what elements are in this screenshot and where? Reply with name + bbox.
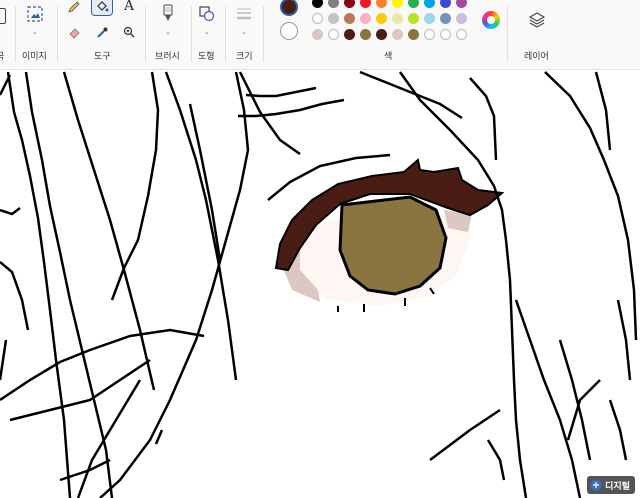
image-group-label: 이미지 [22,52,47,62]
canvas-artwork [0,70,638,498]
shapes-group-label: 도형 [198,52,215,62]
shapes-dropdown-chevron-icon[interactable]: ⌄ [204,28,210,36]
text-tool-icon: A [123,0,135,14]
brushes-group: ⌄ 브러시 [146,0,190,70]
layers-group: 레이어 [508,0,568,70]
pencil-button[interactable] [64,0,84,17]
brushes-button[interactable] [158,3,178,23]
size-dropdown-chevron-icon[interactable]: ⌄ [241,28,247,36]
image-select-icon [27,6,43,22]
size-group-label: 크기 [236,52,253,62]
primary-color-swatch[interactable] [280,0,298,16]
color-swatch[interactable] [376,13,387,24]
clipboard-group: 곡 [0,0,14,70]
color-swatch[interactable] [344,0,355,8]
drawing-canvas[interactable]: 디지털 [0,70,640,498]
color-swatch[interactable] [424,29,435,40]
color-wheel-icon [487,16,495,24]
color-swatch[interactable] [360,0,371,8]
color-swatch[interactable] [392,13,403,24]
pencil-icon [68,1,80,13]
color-swatch[interactable] [344,13,355,24]
image-select-button[interactable] [25,4,45,24]
magnifier-icon [123,26,135,38]
shapes-button[interactable] [197,4,217,24]
fill-bucket-button[interactable] [91,0,113,16]
edit-colors-button[interactable] [482,11,500,29]
color-swatch[interactable] [360,13,371,24]
color-swatch[interactable] [408,13,419,24]
color-swatch[interactable] [312,29,323,40]
text-tool-button[interactable]: A [119,0,139,16]
color-swatch[interactable] [312,0,323,8]
color-swatch[interactable] [328,13,339,24]
fill-bucket-icon [97,1,109,12]
line-size-icon [237,8,251,20]
layers-icon [528,12,546,28]
clipboard-group-label: 곡 [0,52,5,62]
color-swatch[interactable] [408,29,419,40]
shapes-icon [199,6,215,22]
tools-group: A 도구 [58,0,144,70]
color-swatch[interactable] [392,29,403,40]
image-group: ⌄ 이미지 [16,0,56,70]
color-swatch[interactable] [328,29,339,40]
color-swatch[interactable] [456,29,467,40]
color-picker-button[interactable] [92,22,112,42]
clipboard-icon[interactable] [0,8,6,24]
brushes-group-label: 브러시 [155,52,180,62]
eraser-icon [69,28,80,39]
color-swatch[interactable] [440,13,451,24]
color-swatch[interactable] [440,29,451,40]
color-swatch[interactable] [344,29,355,40]
magnifier-button[interactable] [119,22,139,42]
eraser-button[interactable] [64,22,84,42]
watermark-badge: 디지털 [587,476,635,494]
colors-group-label: 색 [384,52,393,62]
ribbon-toolbar: 곡 ⌄ 이미지 A 도구 ⌄ 브러시 ⌄ 도형 ⌄ 크기 색 레이어 [0,0,640,70]
layers-group-label: 레이어 [524,52,549,62]
secondary-color-swatch[interactable] [280,22,298,40]
color-swatch[interactable] [328,0,339,8]
layers-button[interactable] [527,10,547,30]
color-swatch[interactable] [424,13,435,24]
watermark-text: 디지털 [605,481,630,492]
tools-group-label: 도구 [94,52,111,62]
size-button[interactable] [234,4,254,24]
brush-icon [163,4,173,21]
brushes-dropdown-chevron-icon[interactable]: ⌄ [165,28,171,36]
color-swatch[interactable] [392,0,403,8]
color-swatch[interactable] [456,0,467,8]
shapes-group: ⌄ 도형 [192,0,224,70]
color-swatch[interactable] [312,13,323,24]
image-dropdown-chevron-icon[interactable]: ⌄ [32,28,38,36]
eyedropper-icon [97,27,108,38]
watermark-logo-icon [590,479,602,491]
color-swatch[interactable] [440,0,451,8]
colors-group: 색 [264,0,506,70]
color-swatch[interactable] [408,0,419,8]
color-swatch[interactable] [360,29,371,40]
color-swatch[interactable] [376,0,387,8]
color-swatch[interactable] [376,29,387,40]
size-group: ⌄ 크기 [226,0,262,70]
color-swatch[interactable] [456,13,467,24]
color-swatch[interactable] [424,0,435,8]
